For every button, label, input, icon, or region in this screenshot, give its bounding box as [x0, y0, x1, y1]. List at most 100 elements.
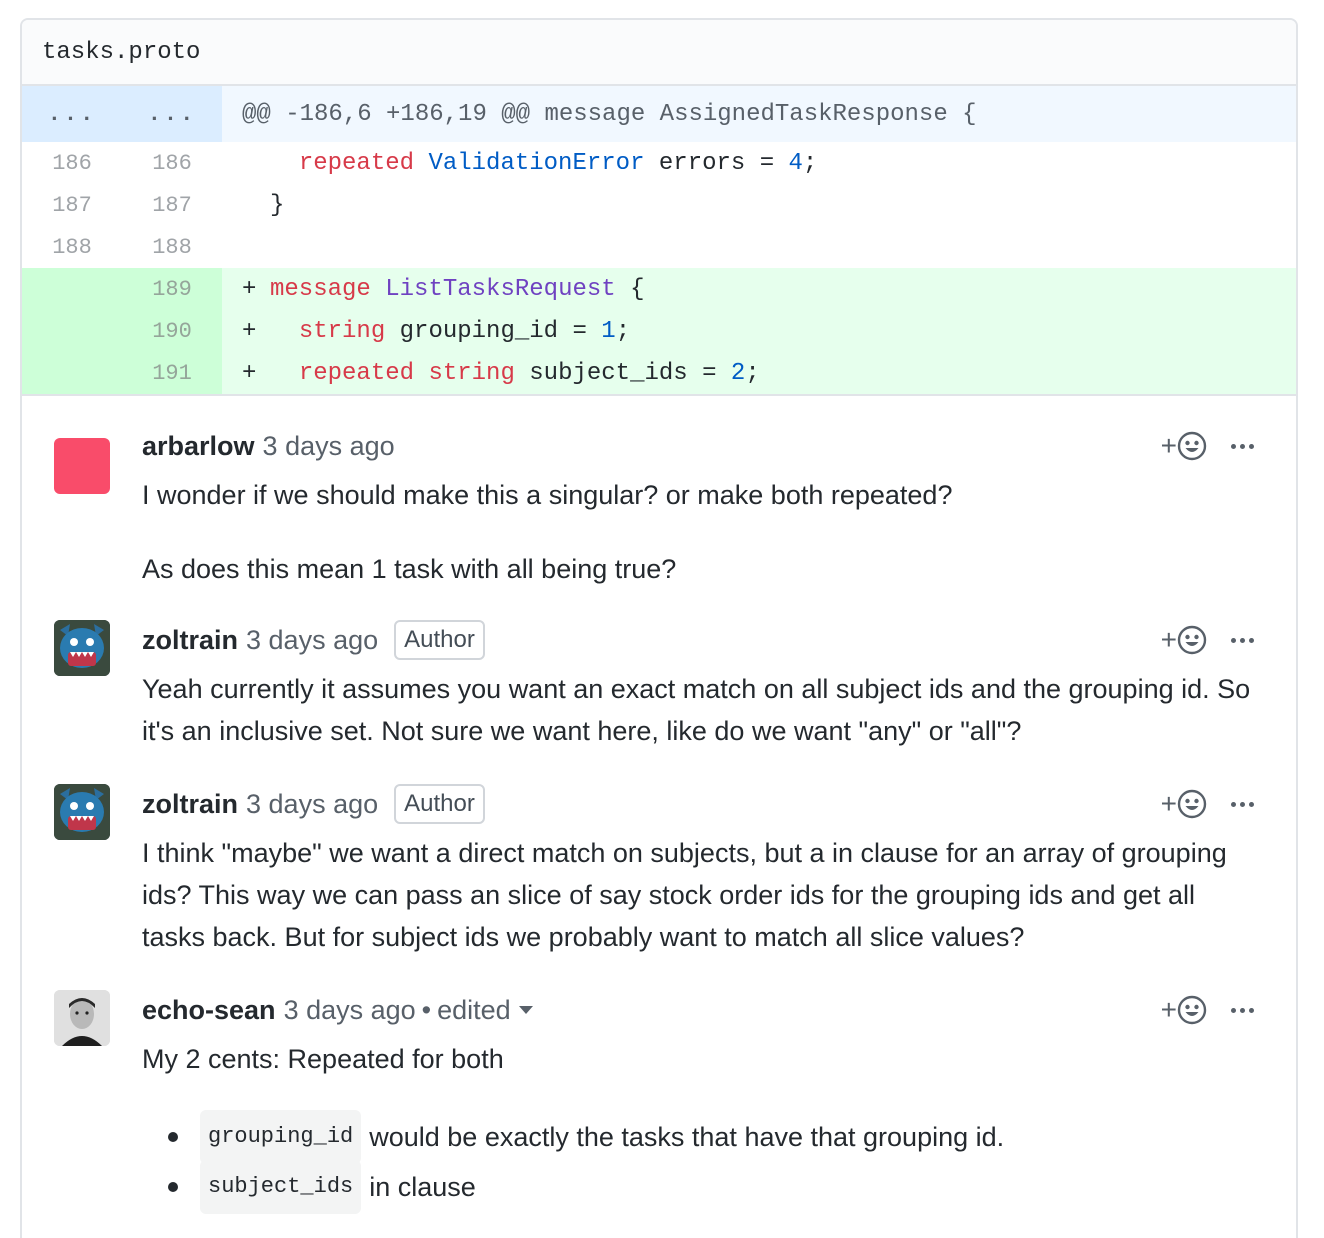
hunk-text: @@ -186,6 +186,19 @@ message AssignedTas…	[242, 100, 977, 128]
diff-table: ... ... @@ -186,6 +186,19 @@ message Ass…	[22, 86, 1296, 394]
old-line-number[interactable]: 188	[22, 226, 122, 268]
number: 2	[730, 359, 746, 387]
type-name: ValidationError	[428, 149, 645, 177]
new-line-number[interactable]: 189	[122, 268, 222, 310]
comment-author[interactable]: zoltrain	[142, 625, 238, 656]
bullet-dot	[168, 1182, 178, 1192]
diff-line: 186 186 repeated ValidationError errors …	[22, 142, 1296, 184]
comment-timestamp[interactable]: 3 days ago	[284, 995, 416, 1026]
comment-author[interactable]: echo-sean	[142, 995, 276, 1026]
add-reaction-button[interactable]: +	[1161, 624, 1207, 656]
line-code: + message ListTasksRequest {	[222, 276, 644, 303]
review-comment: zoltrain 3 days ago Author + I think "ma…	[22, 782, 1296, 958]
inline-code: subject_ids	[200, 1160, 362, 1214]
avatar[interactable]	[54, 438, 110, 494]
number: 1	[601, 317, 616, 345]
new-line-number[interactable]: 190	[122, 310, 222, 352]
keyword: string	[298, 317, 386, 345]
line-code: }	[222, 192, 284, 219]
kebab-icon[interactable]	[1229, 637, 1256, 643]
add-reaction-button[interactable]: +	[1161, 788, 1207, 820]
separator-dot: •	[421, 994, 432, 1025]
author-badge: Author	[394, 620, 485, 660]
kebab-icon[interactable]	[1229, 801, 1256, 807]
avatar[interactable]	[54, 784, 110, 840]
comment-timestamp[interactable]: 3 days ago	[263, 431, 395, 462]
add-reaction-button[interactable]: +	[1161, 430, 1207, 462]
new-line-number[interactable]: 188	[122, 226, 222, 268]
comment-actions: +	[1161, 788, 1256, 820]
keyword: repeated	[298, 149, 415, 177]
add-marker: +	[242, 359, 257, 387]
diff-line-added: 190 + string grouping_id = 1;	[22, 310, 1296, 352]
list-item-text: would be exactly the tasks that have tha…	[369, 1122, 1005, 1152]
old-line-number	[22, 352, 122, 394]
plus-label: +	[1160, 788, 1177, 819]
kebab-icon[interactable]	[1229, 443, 1256, 449]
review-comment: zoltrain 3 days ago Author + Yeah curren…	[22, 618, 1296, 752]
review-comment: arbarlow 3 days ago + I wonder if we sho…	[22, 424, 1296, 590]
comment-timestamp[interactable]: 3 days ago	[246, 625, 378, 656]
comment-actions: +	[1161, 624, 1256, 656]
comment-header: echo-sean 3 days ago • edited +	[142, 988, 1254, 1032]
diff-line: 188 188	[22, 226, 1296, 268]
comment-author[interactable]: arbarlow	[142, 431, 255, 462]
avatar[interactable]	[54, 620, 110, 676]
comment-paragraph: As does this mean 1 task with all being …	[142, 554, 677, 584]
smiley-icon	[1177, 431, 1207, 461]
comment-paragraph: I think "maybe" we want a direct match o…	[142, 838, 1227, 952]
add-reaction-button[interactable]: +	[1161, 994, 1207, 1026]
old-line-number[interactable]: 186	[22, 142, 122, 184]
expand-down-button[interactable]: ...	[122, 86, 222, 142]
comment-header: zoltrain 3 days ago Author +	[142, 618, 1254, 662]
author-badge: Author	[394, 784, 485, 824]
review-thread: arbarlow 3 days ago + I wonder if we sho…	[22, 394, 1296, 1214]
code-text: grouping_id =	[399, 317, 602, 345]
edited-dropdown[interactable]: edited	[437, 995, 533, 1026]
comment-body: I wonder if we should make this a singul…	[142, 474, 1252, 590]
list-item: grouping_id would be exactly the tasks th…	[142, 1110, 1252, 1164]
message-name: ListTasksRequest	[385, 275, 616, 303]
comment-author[interactable]: zoltrain	[142, 789, 238, 820]
code-text: ;	[615, 317, 631, 345]
comment-paragraph: Yeah currently it assumes you want an ex…	[142, 674, 1251, 746]
new-line-number[interactable]: 186	[122, 142, 222, 184]
code-text: ;	[802, 149, 818, 177]
diff-line: 187 187 }	[22, 184, 1296, 226]
comment-header: arbarlow 3 days ago +	[142, 424, 1254, 468]
line-code: + repeated string subject_ids = 2;	[222, 360, 760, 387]
comment-paragraph: My 2 cents: Repeated for both	[142, 1044, 504, 1074]
comment-paragraph: I wonder if we should make this a singul…	[142, 480, 953, 510]
old-line-number	[22, 268, 122, 310]
new-line-number[interactable]: 187	[122, 184, 222, 226]
expand-up-button[interactable]: ...	[22, 86, 122, 142]
code-text: {	[630, 275, 645, 303]
keyword: repeated	[298, 359, 415, 387]
edited-label: edited	[437, 994, 511, 1025]
smiley-icon	[1177, 995, 1207, 1025]
comment-timestamp[interactable]: 3 days ago	[246, 789, 378, 820]
plus-label: +	[1160, 430, 1177, 461]
kebab-icon[interactable]	[1229, 1007, 1256, 1013]
add-marker: +	[242, 275, 257, 303]
code-text: errors =	[658, 149, 789, 177]
diff-line-added: 189 + message ListTasksRequest {	[22, 268, 1296, 310]
comment-header: zoltrain 3 days ago Author +	[142, 782, 1254, 826]
review-comment: echo-sean 3 days ago • edited + My 2 cen…	[22, 988, 1296, 1214]
monster-avatar-image	[54, 784, 110, 840]
line-code: + string grouping_id = 1;	[222, 318, 630, 345]
file-name[interactable]: tasks.proto	[22, 20, 1296, 86]
add-marker: +	[242, 317, 257, 345]
hunk-header: ... ... @@ -186,6 +186,19 @@ message Ass…	[22, 86, 1296, 142]
avatar[interactable]	[54, 990, 110, 1046]
comment-actions: +	[1161, 430, 1256, 462]
keyword: message	[270, 275, 371, 303]
comment-body: My 2 cents: Repeated for both grouping_i…	[142, 1038, 1252, 1214]
old-line-number[interactable]: 187	[22, 184, 122, 226]
code-text: subject_ids =	[529, 359, 731, 387]
list-item-text: in clause	[369, 1172, 476, 1202]
new-line-number[interactable]: 191	[122, 352, 222, 394]
chevron-down-icon	[518, 1006, 533, 1014]
plus-label: +	[1160, 624, 1177, 655]
comment-body: Yeah currently it assumes you want an ex…	[142, 668, 1252, 752]
